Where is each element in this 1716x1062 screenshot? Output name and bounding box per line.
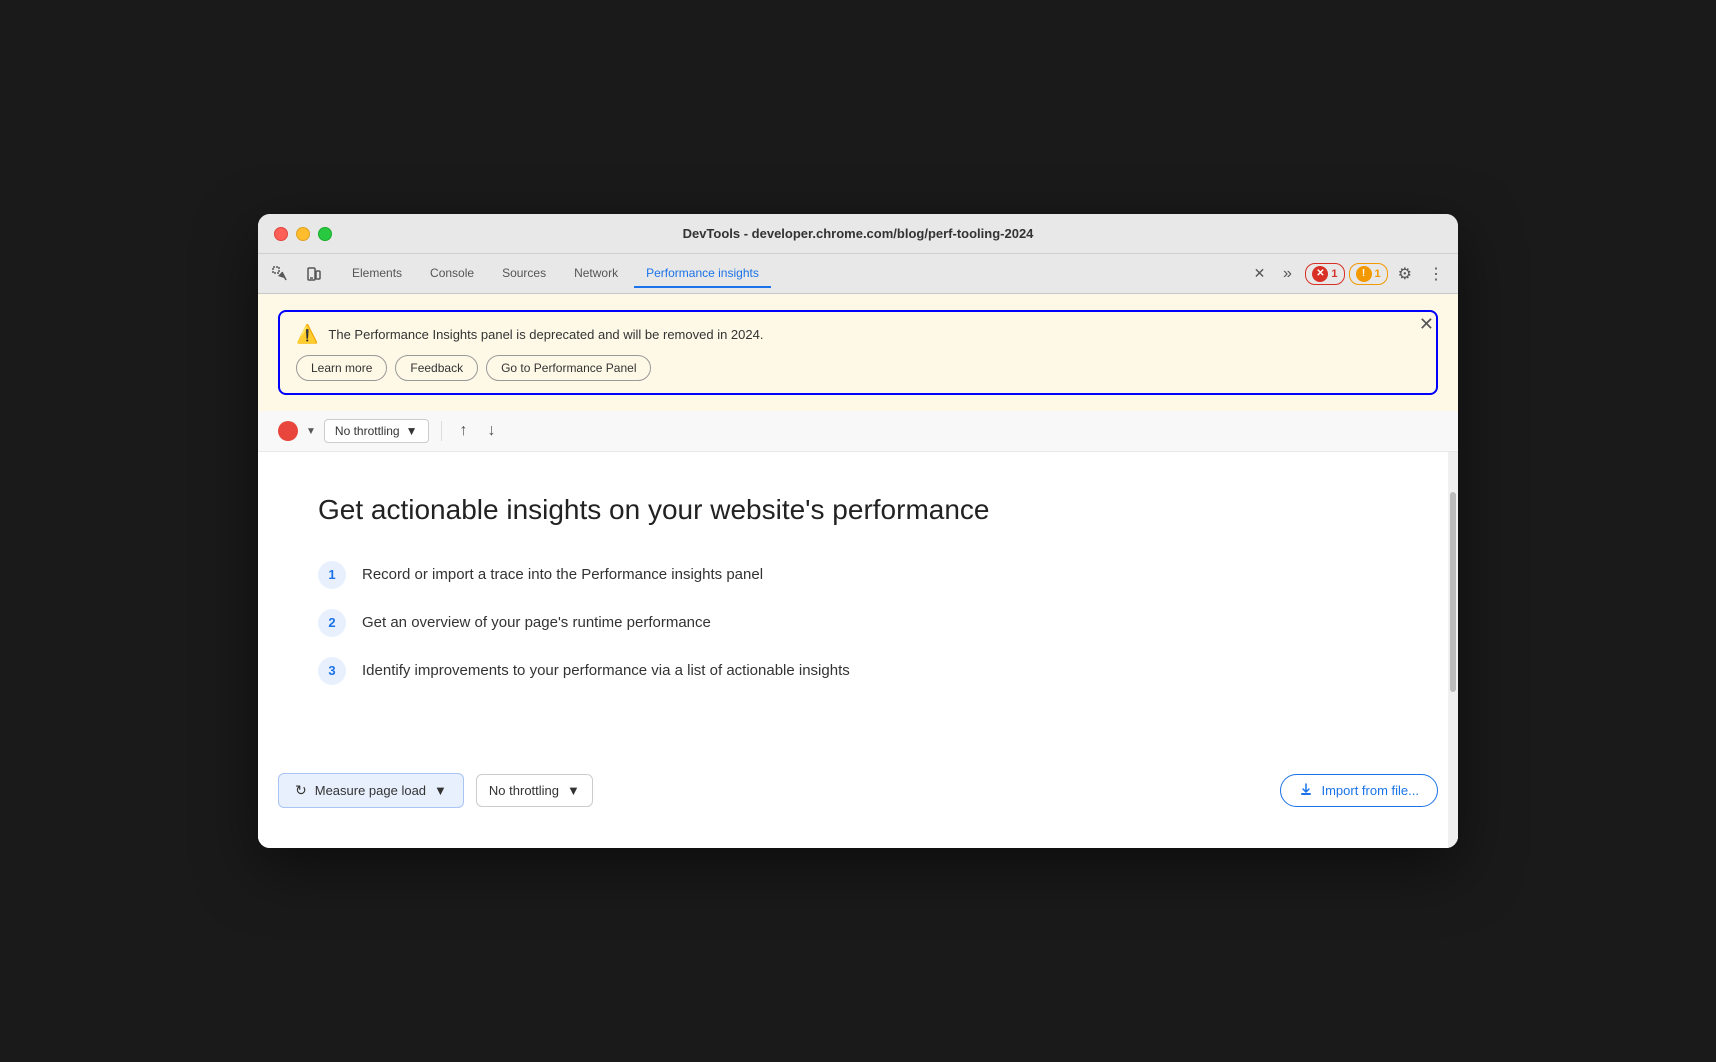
banner-inner: ⚠️ The Performance Insights panel is dep… — [278, 310, 1438, 395]
toolbar-divider — [441, 421, 442, 441]
step-item-3: 3 Identify improvements to your performa… — [318, 657, 1398, 685]
tab-end-icons: ✕ » ✕ 1 ! 1 ⚙ ⋮ — [1250, 260, 1450, 288]
close-traffic-light[interactable] — [274, 227, 288, 241]
feedback-button[interactable]: Feedback — [395, 355, 478, 381]
devtools-window: DevTools - developer.chrome.com/blog/per… — [258, 214, 1458, 847]
measure-label: Measure page load — [315, 783, 426, 798]
tab-console[interactable]: Console — [418, 260, 486, 288]
traffic-lights — [274, 227, 332, 241]
steps-list: 1 Record or import a trace into the Perf… — [318, 561, 1398, 685]
measure-page-load-button[interactable]: ↻ Measure page load ▼ — [278, 773, 464, 808]
throttling-bottom-chevron-icon: ▼ — [567, 783, 580, 798]
throttling-bottom-label: No throttling — [489, 783, 559, 798]
throttling-label: No throttling — [335, 424, 400, 438]
import-label: Import from file... — [1321, 783, 1419, 798]
record-chevron-icon[interactable]: ▼ — [306, 426, 316, 437]
warning-count: 1 — [1375, 268, 1381, 280]
error-count: 1 — [1331, 268, 1337, 280]
tab-performance-insights[interactable]: Performance insights — [634, 260, 771, 288]
learn-more-button[interactable]: Learn more — [296, 355, 387, 381]
download-icon[interactable]: ↓ — [482, 420, 502, 442]
banner-text: The Performance Insights panel is deprec… — [328, 327, 763, 342]
more-options-icon[interactable]: ⋮ — [1422, 260, 1450, 288]
step-number-2: 2 — [318, 609, 346, 637]
tab-elements[interactable]: Elements — [340, 260, 414, 288]
step-item-2: 2 Get an overview of your page's runtime… — [318, 609, 1398, 637]
window-title: DevTools - developer.chrome.com/blog/per… — [683, 226, 1034, 241]
settings-icon[interactable]: ⚙ — [1392, 260, 1418, 288]
banner-message: ⚠️ The Performance Insights panel is dep… — [296, 324, 1420, 345]
inspect-icon[interactable] — [266, 260, 294, 288]
panel-close-icon[interactable]: ✕ — [1250, 261, 1270, 286]
step-text-1: Record or import a trace into the Perfor… — [362, 566, 763, 583]
toolbar: ▼ No throttling ▼ ↑ ↓ — [258, 411, 1458, 452]
close-banner-button[interactable]: ✕ — [1415, 310, 1438, 339]
tab-bar: Elements Console Sources Network Perform… — [258, 254, 1458, 294]
measure-chevron-icon: ▼ — [434, 783, 447, 798]
more-tabs-icon[interactable]: » — [1273, 260, 1301, 288]
step-text-3: Identify improvements to your performanc… — [362, 662, 850, 679]
throttling-select[interactable]: No throttling ▼ — [324, 419, 429, 443]
content-area: Get actionable insights on your website'… — [258, 452, 1458, 772]
maximize-traffic-light[interactable] — [318, 227, 332, 241]
page-heading: Get actionable insights on your website'… — [318, 492, 1398, 528]
toolbar-icons — [266, 260, 328, 288]
step-number-1: 1 — [318, 561, 346, 589]
error-badge[interactable]: ✕ 1 — [1305, 263, 1344, 285]
reload-icon: ↻ — [295, 782, 307, 799]
device-icon[interactable] — [300, 260, 328, 288]
action-bar: ↻ Measure page load ▼ No throttling ▼ Im… — [258, 773, 1458, 848]
record-button[interactable] — [278, 421, 298, 441]
title-bar: DevTools - developer.chrome.com/blog/per… — [258, 214, 1458, 254]
go-to-performance-panel-button[interactable]: Go to Performance Panel — [486, 355, 651, 381]
deprecation-banner: ⚠️ The Performance Insights panel is dep… — [258, 294, 1458, 411]
error-icon: ✕ — [1312, 266, 1328, 282]
scrollbar-track[interactable] — [1448, 452, 1458, 847]
step-number-3: 3 — [318, 657, 346, 685]
step-item-1: 1 Record or import a trace into the Perf… — [318, 561, 1398, 589]
tab-network[interactable]: Network — [562, 260, 630, 288]
main-panel: ⚠️ The Performance Insights panel is dep… — [258, 294, 1458, 847]
step-text-2: Get an overview of your page's runtime p… — [362, 614, 711, 631]
warning-icon: ! — [1356, 266, 1372, 282]
import-from-file-button[interactable]: Import from file... — [1280, 774, 1438, 807]
minimize-traffic-light[interactable] — [296, 227, 310, 241]
banner-warning-icon: ⚠️ — [296, 324, 318, 345]
throttling-chevron-icon: ▼ — [406, 424, 418, 438]
upload-icon[interactable]: ↑ — [454, 420, 474, 442]
throttling-select-bottom[interactable]: No throttling ▼ — [476, 774, 593, 807]
content-wrapper: Get actionable insights on your website'… — [258, 452, 1458, 847]
scrollbar-thumb[interactable] — [1450, 492, 1456, 692]
tab-sources[interactable]: Sources — [490, 260, 558, 288]
banner-buttons: Learn more Feedback Go to Performance Pa… — [296, 355, 1420, 381]
warning-badge[interactable]: ! 1 — [1349, 263, 1388, 285]
import-icon — [1299, 783, 1313, 797]
